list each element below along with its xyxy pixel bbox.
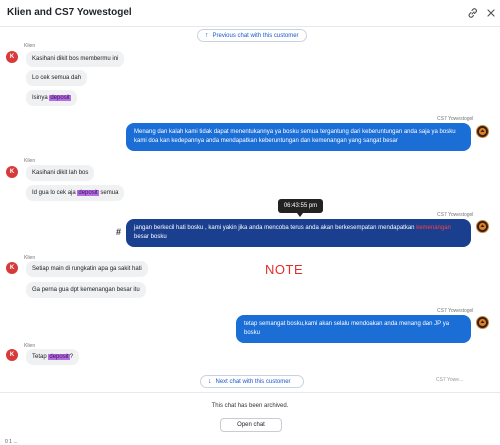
customer-message[interactable]: Setiap main di rungkatin apa ga sakit ha… bbox=[26, 261, 148, 277]
customer-message[interactable]: Id gua lo cek aja deposit semua bbox=[26, 185, 125, 201]
open-chat-button[interactable]: Open chat bbox=[220, 418, 282, 432]
customer-message[interactable]: Kasihani dikit lah bos bbox=[26, 165, 95, 181]
agent-avatar bbox=[476, 220, 489, 233]
note-annotation: NOTE bbox=[265, 262, 304, 277]
agent-avatar bbox=[476, 125, 489, 138]
truncated-sender-name: CS7 Yowe... bbox=[436, 377, 464, 383]
footer-peek-text: 0 1 ... bbox=[5, 439, 18, 445]
customer-avatar: K bbox=[6, 166, 18, 178]
agent-message[interactable]: tetap semangat bosku,kami akan selalu me… bbox=[236, 315, 471, 343]
sender-name: CS7 Yowestogel bbox=[437, 308, 474, 314]
previous-chat-button[interactable]: ↑ Previous chat with this customer bbox=[197, 29, 307, 42]
chat-header: Klien and CS7 Yowestogel bbox=[0, 0, 500, 27]
highlighted-keyword: deposit bbox=[49, 95, 71, 101]
marked-word: kemenangan bbox=[416, 225, 451, 231]
chat-transcript[interactable]: ↑ Previous chat with this customer Klien … bbox=[0, 27, 500, 392]
sender-name: Klien bbox=[24, 158, 36, 164]
customer-message[interactable]: Lo cek semua dah bbox=[26, 70, 88, 86]
agent-message[interactable]: Menang dan kalah kami tidak dapat menent… bbox=[126, 123, 471, 151]
link-icon[interactable] bbox=[466, 6, 480, 20]
customer-avatar: K bbox=[6, 51, 18, 63]
chat-footer: This chat has been archived. Open chat 0… bbox=[0, 392, 500, 445]
timestamp-tooltip: 06:43:55 pm bbox=[278, 199, 323, 217]
arrow-up-icon: ↑ bbox=[205, 32, 209, 39]
customer-message[interactable]: Isinya deposit bbox=[26, 90, 77, 106]
customer-message[interactable]: Kasihani dikit bos membermu ini bbox=[26, 51, 125, 67]
highlighted-keyword: deposit bbox=[48, 354, 70, 360]
sender-name: CS7 Yowestogel bbox=[437, 116, 474, 122]
sender-name: Klien bbox=[24, 43, 36, 49]
chat-title: Klien and CS7 Yowestogel bbox=[7, 7, 132, 18]
customer-message[interactable]: Ga perna gua dpt kemenangan besar itu bbox=[26, 282, 146, 298]
agent-message-selected[interactable]: jangan berkecil hati bosku , kami yakin … bbox=[126, 219, 471, 247]
customer-message[interactable]: Tetap deposit? bbox=[26, 349, 80, 365]
agent-avatar bbox=[476, 316, 489, 329]
customer-avatar: K bbox=[6, 349, 18, 361]
archived-notice: This chat has been archived. bbox=[211, 403, 289, 409]
customer-avatar: K bbox=[6, 262, 18, 274]
next-chat-button[interactable]: ↓ Next chat with this customer bbox=[200, 375, 304, 388]
highlighted-keyword: deposit bbox=[77, 190, 99, 196]
sender-name: CS7 Yowestogel bbox=[437, 212, 474, 218]
arrow-down-icon: ↓ bbox=[208, 378, 212, 385]
close-icon[interactable] bbox=[484, 6, 498, 20]
hash-annotation: # bbox=[116, 227, 122, 237]
